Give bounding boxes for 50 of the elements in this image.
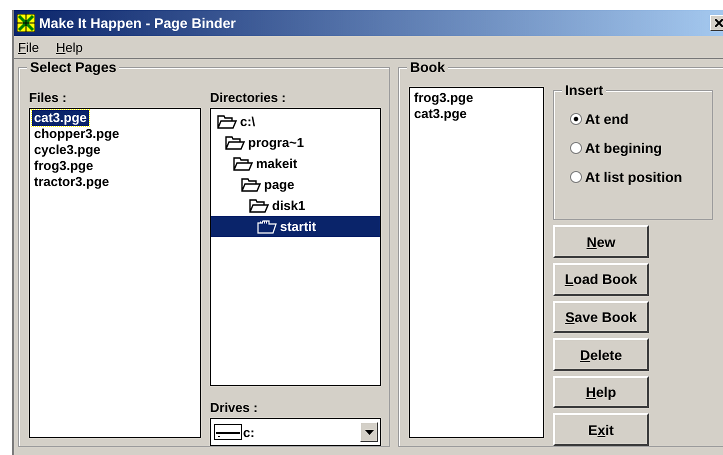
book-item[interactable]: frog3.pge bbox=[412, 90, 476, 106]
radio-label[interactable]: At begining bbox=[585, 140, 662, 156]
menu-item[interactable]: Help bbox=[56, 40, 83, 54]
directory-item[interactable]: disk1 bbox=[211, 195, 380, 216]
app-icon bbox=[17, 14, 35, 32]
open-folder-icon bbox=[257, 220, 277, 234]
book-item[interactable]: cat3.pge bbox=[412, 106, 469, 122]
folder-icon bbox=[241, 178, 261, 192]
directory-item[interactable]: startit bbox=[211, 216, 380, 237]
directory-item[interactable]: c:\ bbox=[211, 111, 380, 132]
book-list[interactable]: frog3.pge cat3.pge bbox=[409, 87, 544, 438]
folder-icon bbox=[249, 198, 269, 212]
radio-button[interactable] bbox=[570, 113, 582, 125]
list-entry[interactable]: cat3.pge bbox=[32, 110, 89, 126]
list-entry[interactable]: frog3.pge bbox=[32, 158, 96, 174]
action-button[interactable]: New bbox=[553, 225, 649, 258]
radio-button[interactable] bbox=[570, 171, 582, 183]
action-button[interactable]: Exit bbox=[553, 413, 649, 446]
drive-dropdown[interactable]: c: bbox=[210, 418, 381, 446]
group-title: Insert bbox=[562, 82, 606, 98]
close-button[interactable] bbox=[710, 15, 723, 31]
files-list[interactable]: cat3.pge chopper3.pge cycle3.pge frog3.pge tractor3.pge bbox=[29, 108, 201, 438]
window-title: Make It Happen - Page Binder bbox=[39, 15, 236, 31]
folder-icon bbox=[233, 156, 253, 170]
directory-item[interactable]: page bbox=[211, 174, 380, 195]
group-title: Select Pages bbox=[27, 59, 120, 75]
directory-item[interactable]: progra~1 bbox=[211, 132, 380, 153]
radio-label[interactable]: At list position bbox=[585, 169, 682, 185]
radio-label[interactable]: At end bbox=[585, 111, 629, 127]
caret-icon bbox=[364, 430, 374, 435]
drives-label: Drives : bbox=[210, 400, 259, 416]
action-button[interactable]: Save Book bbox=[553, 300, 649, 334]
directory-item[interactable]: makeit bbox=[211, 153, 380, 174]
drive-icon bbox=[214, 424, 242, 440]
folder-icon bbox=[225, 136, 245, 150]
menu-item[interactable]: File bbox=[18, 40, 39, 54]
directories-list[interactable]: c:\ progra~1 makeit page disk1 startit bbox=[210, 108, 381, 386]
files-label: Files : bbox=[29, 90, 68, 106]
list-entry[interactable]: chopper3.pge bbox=[32, 126, 122, 142]
action-button[interactable]: Help bbox=[553, 376, 649, 408]
list-entry[interactable]: tractor3.pge bbox=[32, 174, 112, 190]
list-entry[interactable]: cycle3.pge bbox=[32, 142, 102, 158]
group-title: Book bbox=[407, 59, 448, 75]
action-button[interactable]: Load Book bbox=[553, 263, 649, 296]
dropdown-arrow-button[interactable] bbox=[360, 422, 378, 442]
directories-label: Directories : bbox=[210, 90, 287, 106]
close-icon bbox=[715, 19, 723, 27]
radio-button[interactable] bbox=[570, 142, 582, 154]
folder-icon bbox=[217, 114, 237, 128]
action-button[interactable]: Delete bbox=[553, 338, 649, 371]
